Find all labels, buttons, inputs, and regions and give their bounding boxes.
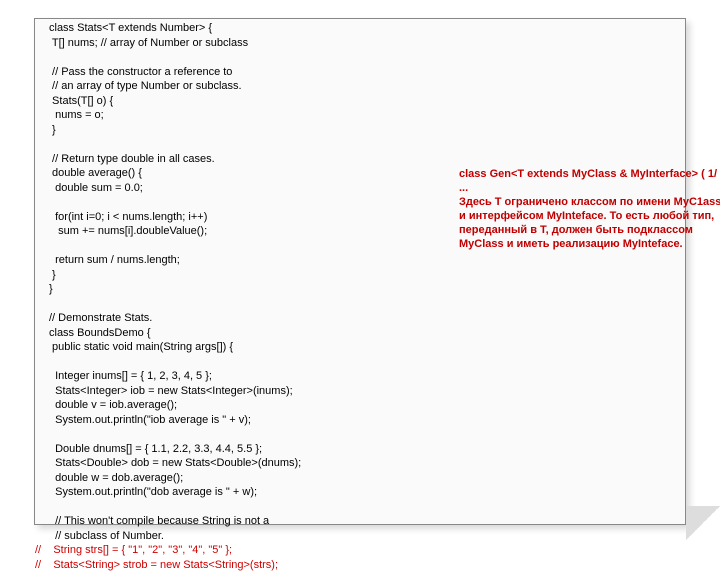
code-line-red: // Stats<String> strob = new Stats<Strin…: [35, 559, 278, 571]
code-line: Double dnums[] = { 1.1, 2.2, 3.3, 4.4, 5…: [49, 443, 262, 455]
code-line: Integer inums[] = { 1, 2, 3, 4, 5 };: [49, 370, 212, 382]
code-line: // Return type double in all cases.: [49, 153, 215, 165]
code-line: class BoundsDemo {: [49, 327, 151, 339]
code-line: for(int i=0; i < nums.length; i++): [49, 211, 207, 223]
code-line: class Stats<T extends Number> {: [49, 22, 212, 34]
annotation-note: class Gen<T extends MyClass & MyInterfac…: [459, 167, 720, 251]
code-line: Stats(T[] o) {: [49, 95, 113, 107]
code-line: }: [49, 269, 56, 281]
code-line: // Demonstrate Stats.: [49, 312, 152, 324]
code-line: }: [49, 283, 53, 295]
note-header: class Gen<T extends MyClass & MyInterfac…: [459, 167, 720, 195]
code-line-red: // String strs[] = { "1", "2", "3", "4",…: [35, 544, 232, 556]
code-line: // Pass the constructor a reference to: [49, 66, 232, 78]
code-line: // This won't compile because String is …: [49, 515, 269, 527]
slide: class Stats<T extends Number> { T[] nums…: [0, 0, 720, 540]
code-container: class Stats<T extends Number> { T[] nums…: [34, 18, 686, 525]
code-line: public static void main(String args[]) {: [49, 341, 233, 353]
code-line: T[] nums; // array of Number or subclass: [49, 37, 248, 49]
code-line: double v = iob.average();: [49, 399, 177, 411]
page-fold-corner: [686, 506, 720, 540]
code-line: nums = o;: [49, 109, 104, 121]
code-line: }: [49, 124, 56, 136]
code-line: sum += nums[i].doubleValue();: [49, 225, 207, 237]
code-line: return sum / nums.length;: [49, 254, 180, 266]
commented-code: // String strs[] = { "1", "2", "3", "4",…: [35, 543, 685, 572]
code-line: System.out.println("iob average is " + v…: [49, 414, 251, 426]
code-line: double sum = 0.0;: [49, 182, 143, 194]
code-line: double average() {: [49, 167, 142, 179]
code-line: double w = dob.average();: [49, 472, 183, 484]
code-line: Stats<Integer> iob = new Stats<Integer>(…: [49, 385, 293, 397]
note-body: Здесь T ограничено классом по имени МуС1…: [459, 195, 720, 251]
code-line: // an array of type Number or subclass.: [49, 80, 242, 92]
code-line: Stats<Double> dob = new Stats<Double>(dn…: [49, 457, 301, 469]
code-line: System.out.println("dob average is " + w…: [49, 486, 257, 498]
code-block: class Stats<T extends Number> { T[] nums…: [49, 21, 685, 543]
